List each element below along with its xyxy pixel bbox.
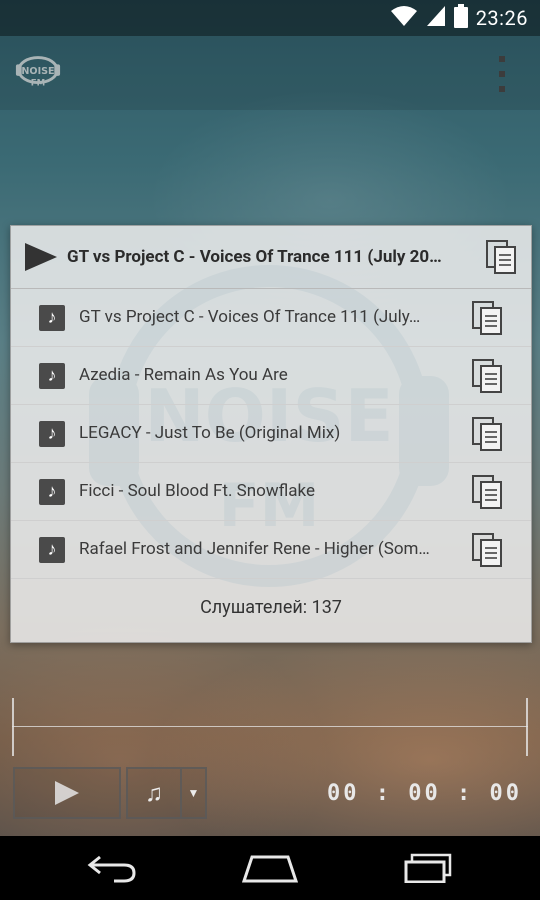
seek-bar[interactable] bbox=[12, 698, 528, 758]
listeners-count: Слушателей: 137 bbox=[200, 597, 342, 618]
track-row[interactable]: ♪ GT vs Project C - Voices Of Trance 111… bbox=[11, 289, 531, 347]
music-note-icon: ♪ bbox=[39, 305, 65, 331]
playlist-dialog: NOISE FM GT vs Project C - Voices Of Tra… bbox=[10, 225, 532, 643]
noise-fm-logo-icon[interactable]: NOISE FM bbox=[14, 54, 62, 90]
svg-text:NOISE: NOISE bbox=[21, 66, 54, 77]
play-icon bbox=[25, 243, 57, 271]
battery-icon bbox=[453, 4, 468, 32]
track-row[interactable]: ♪ Ficci - Soul Blood Ft. Snowflake bbox=[11, 463, 531, 521]
dropdown-arrow-icon: ▼ bbox=[187, 786, 200, 800]
home-icon[interactable] bbox=[240, 848, 300, 888]
music-note-icon: ♪ bbox=[39, 421, 65, 447]
overflow-menu-icon[interactable] bbox=[492, 56, 512, 92]
music-note-icon: ♫ bbox=[145, 778, 163, 807]
music-note-icon: ♪ bbox=[39, 479, 65, 505]
track-title: Azedia - Remain As You Are bbox=[79, 365, 288, 385]
track-row[interactable]: ♪ Rafael Frost and Jennifer Rene - Highe… bbox=[11, 521, 531, 579]
status-time: 23:26 bbox=[475, 6, 528, 30]
track-title: LEGACY - Just To Be (Original Mix) bbox=[79, 423, 341, 443]
track-title: GT vs Project C - Voices Of Trance 111 (… bbox=[79, 307, 421, 327]
svg-text:FM: FM bbox=[31, 78, 45, 88]
now-playing-row[interactable]: GT vs Project C - Voices Of Trance 111 (… bbox=[11, 226, 531, 289]
track-row[interactable]: ♪ Azedia - Remain As You Are bbox=[11, 347, 531, 405]
navigation-bar bbox=[0, 836, 540, 900]
back-icon[interactable] bbox=[82, 848, 142, 888]
music-button[interactable]: ♫ bbox=[126, 767, 182, 819]
copy-icon[interactable] bbox=[471, 300, 505, 336]
play-icon bbox=[55, 781, 79, 805]
now-playing-title: GT vs Project C - Voices Of Trance 111 (… bbox=[67, 247, 442, 267]
track-title: Ficci - Soul Blood Ft. Snowflake bbox=[79, 481, 315, 501]
playback-timer: 00 : 00 : 00 bbox=[327, 780, 522, 806]
track-title: Rafael Frost and Jennifer Rene - Higher … bbox=[79, 539, 430, 559]
track-row[interactable]: ♪ LEGACY - Just To Be (Original Mix) bbox=[11, 405, 531, 463]
copy-icon[interactable] bbox=[485, 239, 519, 275]
music-note-icon: ♪ bbox=[39, 537, 65, 563]
action-bar bbox=[0, 36, 540, 110]
copy-icon[interactable] bbox=[471, 358, 505, 394]
copy-icon[interactable] bbox=[471, 474, 505, 510]
status-bar: 23:26 bbox=[0, 0, 540, 36]
wifi-icon bbox=[390, 5, 418, 31]
play-button[interactable] bbox=[13, 767, 121, 819]
music-note-icon: ♪ bbox=[39, 363, 65, 389]
quality-dropdown[interactable]: ▼ bbox=[182, 767, 207, 819]
copy-icon[interactable] bbox=[471, 416, 505, 452]
recent-apps-icon[interactable] bbox=[398, 848, 458, 888]
copy-icon[interactable] bbox=[471, 532, 505, 568]
cell-signal-icon bbox=[426, 5, 446, 31]
